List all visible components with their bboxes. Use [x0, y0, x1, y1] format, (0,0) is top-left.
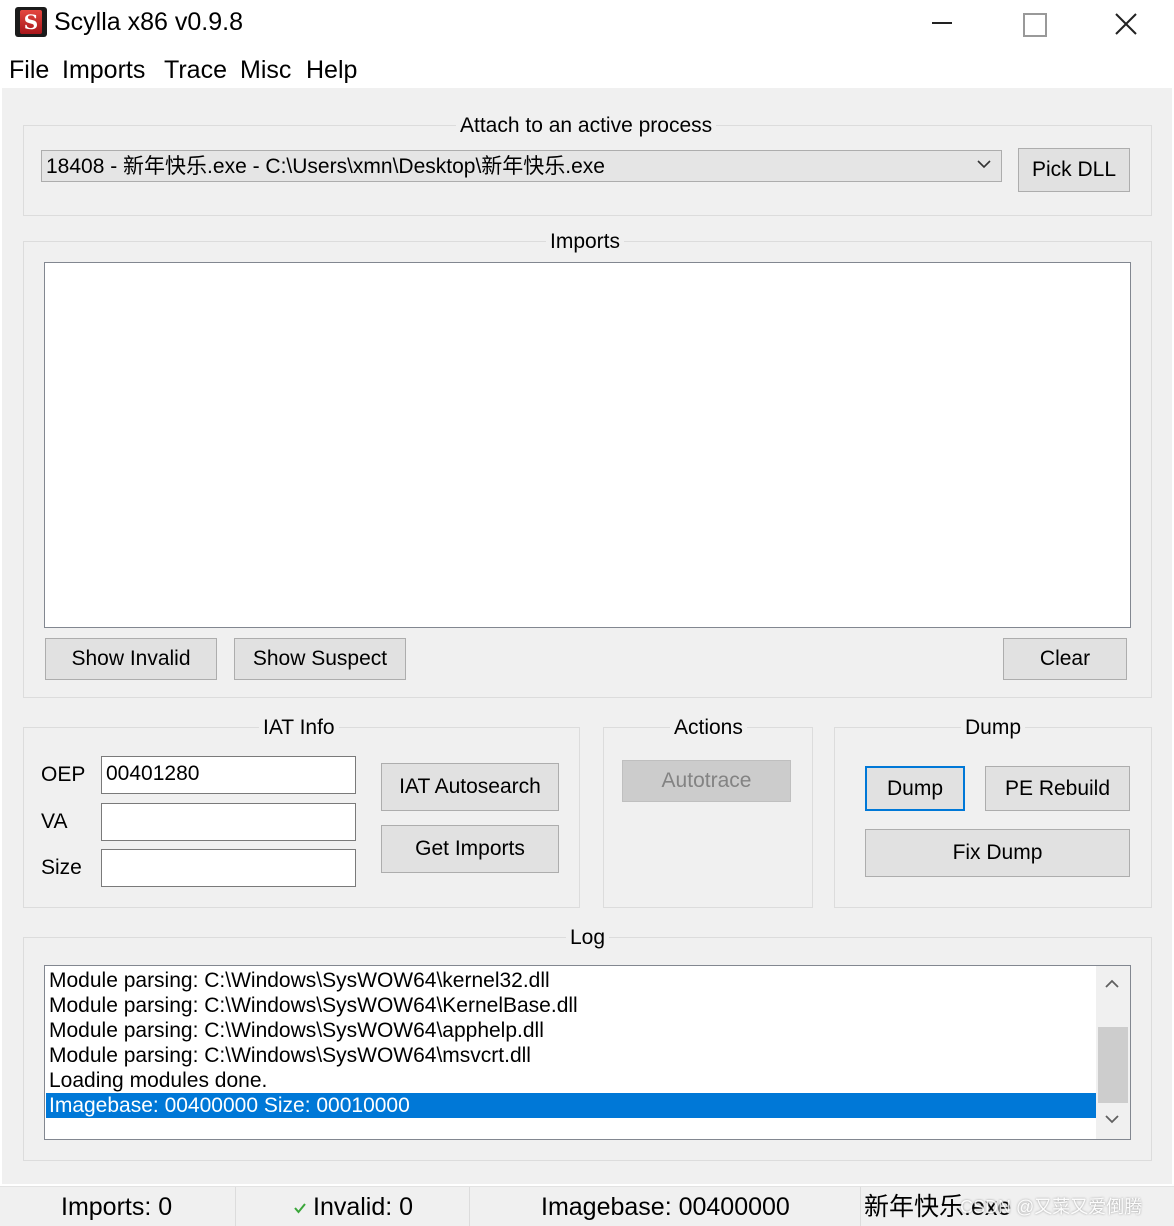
window-title: Scylla x86 v0.9.8 [54, 8, 243, 36]
iat-autosearch-button[interactable]: IAT Autosearch [381, 763, 559, 811]
log-scrollbar-thumb[interactable] [1098, 1027, 1128, 1103]
menu-file[interactable]: File [9, 55, 49, 85]
dump-group [834, 727, 1152, 908]
iat-info-group-title: IAT Info [259, 715, 339, 741]
maximize-button[interactable] [988, 0, 1080, 46]
status-invalid: Invalid: 0 [313, 1193, 414, 1221]
process-select-value: 18408 - 新年快乐.exe - C:\Users\xmn\Desktop\… [46, 155, 605, 178]
menu-help[interactable]: Help [306, 55, 357, 85]
log-line[interactable]: Module parsing: C:\Windows\SysWOW64\apph… [48, 1018, 1095, 1043]
get-imports-button[interactable]: Get Imports [381, 825, 559, 873]
status-separator [235, 1187, 236, 1226]
pick-dll-button[interactable]: Pick DLL [1018, 148, 1130, 192]
dump-button[interactable]: Dump [865, 766, 965, 811]
chevron-down-icon [977, 160, 991, 169]
attach-group-title: Attach to an active process [456, 113, 717, 139]
log-line[interactable]: Module parsing: C:\Windows\SysWOW64\kern… [48, 968, 1095, 993]
check-icon [294, 1203, 306, 1214]
actions-group [603, 727, 813, 908]
menu-misc[interactable]: Misc [240, 55, 291, 85]
scroll-up-icon[interactable] [1104, 978, 1120, 990]
watermark: CSDN @又菜又爱倒腾 [960, 1197, 1143, 1217]
actions-group-title: Actions [670, 715, 747, 741]
fix-dump-button[interactable]: Fix Dump [865, 829, 1130, 877]
status-imagebase: Imagebase: 00400000 [541, 1193, 790, 1221]
imports-tree[interactable] [44, 262, 1131, 628]
oep-label: OEP [41, 763, 86, 786]
status-imports: Imports: 0 [61, 1193, 173, 1221]
menu-imports[interactable]: Imports [62, 55, 145, 85]
log-line-selected[interactable]: Imagebase: 00400000 Size: 00010000 [46, 1093, 1096, 1118]
show-suspect-button[interactable]: Show Suspect [234, 638, 406, 680]
log-line[interactable]: Loading modules done. [48, 1068, 1095, 1093]
close-icon [1115, 13, 1137, 35]
va-label: VA [41, 810, 68, 833]
process-select[interactable]: 18408 - 新年快乐.exe - C:\Users\xmn\Desktop\… [41, 150, 1002, 182]
dump-group-title: Dump [961, 715, 1026, 741]
log-group-title: Log [566, 925, 610, 951]
show-invalid-button[interactable]: Show Invalid [45, 638, 217, 680]
log-list[interactable]: Module parsing: C:\Windows\SysWOW64\kern… [44, 965, 1131, 1140]
status-separator [860, 1187, 861, 1226]
status-separator [469, 1187, 470, 1226]
oep-field[interactable]: 00401280 [101, 756, 356, 794]
va-field[interactable] [101, 803, 356, 841]
minimize-button[interactable] [896, 0, 988, 46]
log-line[interactable]: Module parsing: C:\Windows\SysWOW64\Kern… [48, 993, 1095, 1018]
scylla-app-icon: S [15, 7, 47, 37]
scroll-down-icon[interactable] [1104, 1113, 1120, 1125]
close-button[interactable] [1080, 0, 1172, 46]
log-line[interactable]: Module parsing: C:\Windows\SysWOW64\msvc… [48, 1043, 1095, 1068]
pe-rebuild-button[interactable]: PE Rebuild [985, 766, 1130, 811]
autotrace-button[interactable]: Autotrace [622, 760, 791, 802]
title-bar: S Scylla x86 v0.9.8 [0, 0, 1174, 46]
imports-group-title: Imports [546, 229, 625, 255]
menu-trace[interactable]: Trace [164, 55, 227, 85]
menu-bar: File Imports Trace Misc Help [0, 52, 1174, 88]
clear-button[interactable]: Clear [1003, 638, 1127, 680]
size-label: Size [41, 856, 82, 879]
size-field[interactable] [101, 849, 356, 887]
